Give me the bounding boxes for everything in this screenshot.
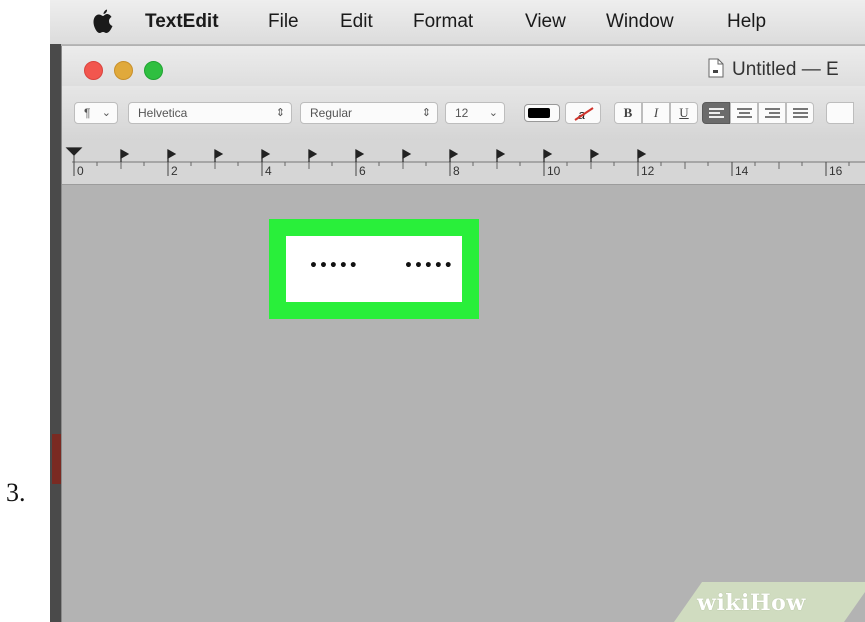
bold-button[interactable]: B <box>614 102 642 124</box>
line-spacing-button[interactable] <box>826 102 854 124</box>
font-style-popup[interactable]: Regular ⇕ <box>300 102 438 124</box>
ruler-label: 0 <box>77 164 84 178</box>
menu-help[interactable]: Help <box>727 11 766 33</box>
ruler-label: 6 <box>359 164 366 178</box>
font-family-popup[interactable]: Helvetica ⇕ <box>128 102 292 124</box>
italic-button[interactable]: I <box>642 102 670 124</box>
menu-file[interactable]: File <box>268 11 299 33</box>
menu-app-name[interactable]: TextEdit <box>145 11 219 33</box>
align-right-button[interactable] <box>758 102 786 124</box>
desktop-edge-accent <box>52 434 61 484</box>
close-button[interactable] <box>84 61 103 80</box>
font-family-value: Helvetica <box>138 106 188 120</box>
ruler-label: 2 <box>171 164 178 178</box>
highlight-color-button[interactable]: a <box>565 102 601 124</box>
text-color-swatch <box>528 108 550 118</box>
align-center-icon <box>737 108 752 110</box>
window-title: Untitled — E <box>732 59 839 80</box>
highlight-box: ••••• ••••• <box>269 219 479 319</box>
minimize-button[interactable] <box>114 61 133 80</box>
menu-bar: TextEdit File Edit Format View Window He… <box>50 0 865 45</box>
chevron-down-icon: ⌄ <box>488 107 498 119</box>
screenshot: TextEdit File Edit Format View Window He… <box>50 0 865 622</box>
step-number: 3. <box>6 478 26 507</box>
updown-chevron-icon: ⇕ <box>421 107 431 119</box>
menu-window[interactable]: Window <box>606 11 674 33</box>
ruler-label: 14 <box>735 164 749 178</box>
desktop-edge <box>50 44 61 622</box>
paragraph-style-popup[interactable]: ¶ ⌄ <box>74 102 118 124</box>
align-center-button[interactable] <box>730 102 758 124</box>
align-justify-icon <box>793 108 808 110</box>
ruler-label: 8 <box>453 164 460 178</box>
watermark-logo: wikiHow <box>697 590 806 616</box>
format-bar: ¶ ⌄ Helvetica ⇕ Regular ⇕ 12 ⌄ a <box>62 86 865 140</box>
apple-menu-icon[interactable] <box>92 9 114 35</box>
ruler-label: 12 <box>641 164 655 178</box>
align-justify-button[interactable] <box>786 102 814 124</box>
text-color-well[interactable] <box>524 104 560 122</box>
updown-chevron-icon: ⇕ <box>275 107 285 119</box>
font-size-value: 12 <box>455 106 469 120</box>
font-style-value: Regular <box>310 106 353 120</box>
document-text-area[interactable]: ••••• ••••• <box>62 185 865 622</box>
align-left-icon <box>709 108 724 110</box>
document-icon <box>708 58 724 78</box>
highlight-a-icon: a <box>574 107 594 122</box>
typed-text-right: ••••• <box>404 258 454 274</box>
menu-edit[interactable]: Edit <box>340 11 373 33</box>
textedit-window: Untitled — E ¶ ⌄ Helvetica ⇕ Regular ⇕ 1… <box>61 46 865 622</box>
align-left-button[interactable] <box>702 102 730 124</box>
typed-text-left: ••••• <box>309 258 359 274</box>
menu-format[interactable]: Format <box>413 11 473 33</box>
underline-button[interactable]: U <box>670 102 698 124</box>
ruler-label: 4 <box>265 164 272 178</box>
title-bar[interactable]: Untitled — E <box>62 46 865 86</box>
font-size-combo[interactable]: 12 ⌄ <box>445 102 505 124</box>
typed-text-region[interactable]: ••••• ••••• <box>286 236 462 302</box>
ruler[interactable]: 0 2 4 6 8 10 12 14 16 <box>62 140 865 185</box>
ruler-label: 10 <box>547 164 561 178</box>
ruler-label: 16 <box>829 164 843 178</box>
align-right-icon <box>765 108 780 110</box>
chevron-down-icon: ⌄ <box>101 107 111 119</box>
menu-view[interactable]: View <box>525 11 566 33</box>
zoom-button[interactable] <box>144 61 163 80</box>
pilcrow-icon: ¶ <box>84 106 91 120</box>
